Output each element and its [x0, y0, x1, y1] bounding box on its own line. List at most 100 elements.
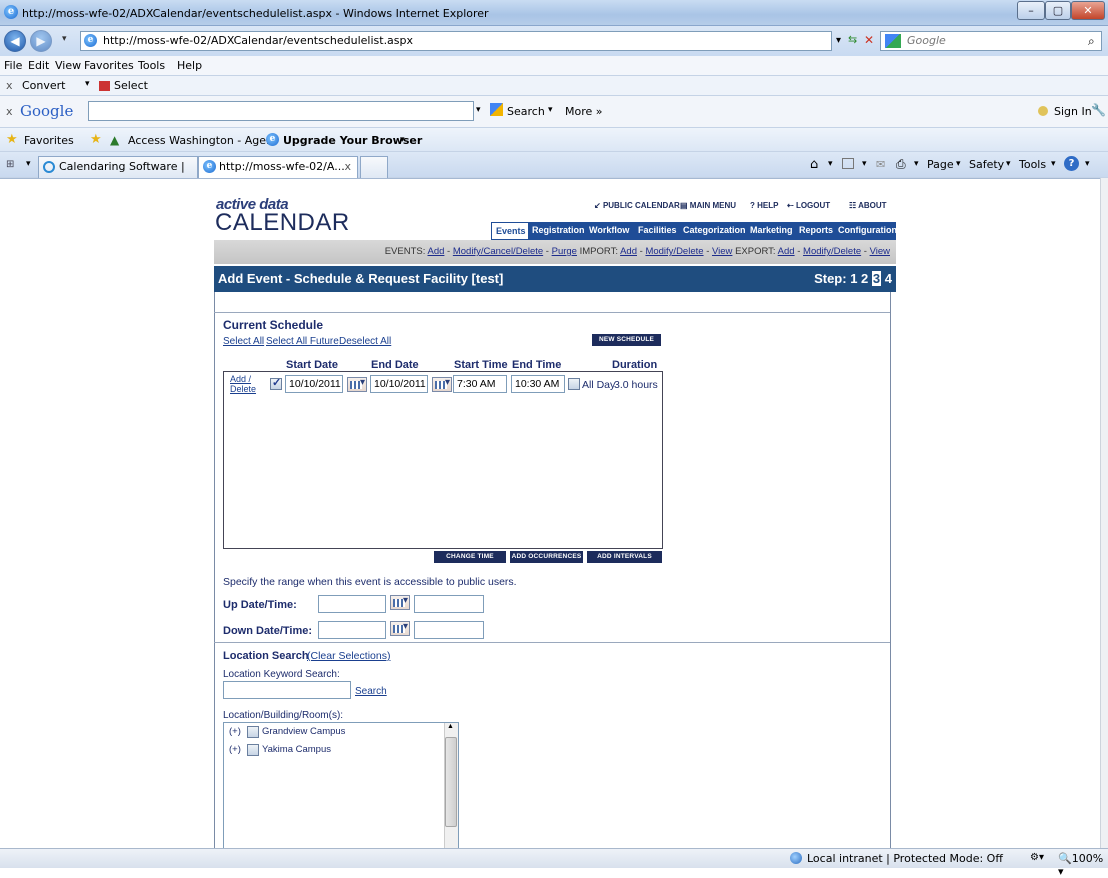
clear-selections-link[interactable]: (Clear Selections) [307, 650, 390, 662]
step-2[interactable]: 2 [861, 271, 868, 286]
location-keyword-input[interactable] [223, 681, 351, 699]
favorite-access-washington[interactable]: Access Washington - Age... [128, 134, 277, 147]
expand-yakima-button[interactable]: (+) [229, 744, 241, 755]
up-date-input[interactable] [318, 595, 386, 613]
menu-help[interactable]: Help [177, 59, 202, 72]
about-link[interactable]: ☷ ABOUT [849, 201, 887, 210]
menu-edit[interactable]: Edit [28, 59, 49, 72]
location-list-scroll-thumb[interactable] [445, 737, 457, 827]
mail-icon[interactable]: ✉ [876, 158, 885, 171]
close-button[interactable]: ✕ [1071, 1, 1105, 20]
location-search-link[interactable]: Search [355, 686, 387, 697]
print-dropdown-icon[interactable]: ▾ [914, 159, 919, 169]
new-tab-button[interactable] [360, 156, 388, 178]
menu-tools[interactable]: Tools [138, 59, 165, 72]
export-view-link[interactable]: View [870, 246, 890, 257]
page-menu[interactable]: Page [927, 158, 954, 171]
start-time-input[interactable]: 7:30 AM [453, 375, 507, 393]
close-tab-button[interactable]: x [344, 157, 351, 177]
main-menu-link[interactable]: ▤ MAIN MENU [680, 201, 736, 210]
menu-view[interactable]: View [55, 59, 81, 72]
menu-file[interactable]: File [4, 59, 22, 72]
help-icon[interactable]: ? [1064, 156, 1079, 171]
nav-tab-reports[interactable]: Reports [799, 225, 833, 235]
nav-tab-facilities[interactable]: Facilities [638, 225, 677, 235]
step-1[interactable]: 1 [850, 271, 857, 286]
google-search-button[interactable]: Search [507, 105, 545, 118]
up-time-input[interactable] [414, 595, 484, 613]
tools-dropdown-icon[interactable]: ▾ [1051, 159, 1056, 169]
search-input[interactable]: Google [880, 31, 1102, 51]
deselect-all-link[interactable]: Deselect All [339, 336, 391, 347]
favorites-button[interactable]: Favorites [24, 134, 74, 147]
start-date-calendar-icon[interactable] [347, 377, 367, 392]
feeds-icon[interactable] [842, 158, 854, 169]
home-icon[interactable]: ⌂ [810, 157, 818, 172]
close-toolbar-icon[interactable]: x [6, 79, 13, 92]
import-modify-link[interactable]: Modify/Delete [645, 246, 703, 257]
help-dropdown-icon[interactable]: ▾ [1085, 159, 1090, 169]
location-list[interactable] [223, 722, 459, 848]
add-occurrences-button[interactable]: ADD OCCURRENCES [510, 551, 583, 563]
end-date-calendar-icon[interactable] [432, 377, 452, 392]
zoom-level[interactable]: 🔍100% ▾ [1058, 852, 1108, 878]
import-add-link[interactable]: Add [620, 246, 637, 257]
feeds-dropdown-icon[interactable]: ▾ [862, 159, 867, 169]
nav-tab-marketing[interactable]: Marketing [750, 225, 793, 235]
logout-link[interactable]: ⇠ LOGOUT [787, 201, 830, 210]
all-day-checkbox[interactable] [568, 378, 580, 390]
more-button[interactable]: More » [565, 105, 603, 118]
security-zone-text[interactable]: Local intranet | Protected Mode: Off [807, 852, 1003, 865]
minimize-button[interactable]: – [1017, 1, 1045, 20]
maximize-button[interactable]: ▢ [1045, 1, 1071, 20]
change-time-button[interactable]: CHANGE TIME [434, 551, 506, 563]
nav-tab-registration[interactable]: Registration [532, 225, 585, 235]
page-scrollbar[interactable] [1100, 178, 1108, 848]
google-search-input[interactable] [88, 101, 474, 121]
scroll-up-icon[interactable]: ▲ [447, 723, 454, 730]
new-schedule-button[interactable]: NEW SCHEDULE [592, 334, 661, 346]
history-dropdown-icon[interactable]: ▾ [62, 34, 67, 44]
nav-tab-categorization[interactable]: Categorization [683, 225, 746, 235]
refresh-icon[interactable]: ⇆ [848, 33, 857, 46]
public-calendar-link[interactable]: ↙ PUBLIC CALENDAR [594, 201, 680, 210]
events-add-link[interactable]: Add [428, 246, 445, 257]
safety-dropdown-icon[interactable]: ▾ [1006, 159, 1011, 169]
nav-tab-configuration[interactable]: Configuration [838, 225, 897, 235]
end-date-input[interactable]: 10/10/2011 [370, 375, 428, 393]
address-dropdown-icon[interactable]: ▾ [836, 35, 841, 46]
select-button[interactable]: Select [114, 79, 148, 92]
grandview-checkbox[interactable] [247, 726, 259, 738]
menu-favorites[interactable]: Favorites [84, 59, 134, 72]
start-date-input[interactable]: 10/10/2011 [285, 375, 343, 393]
nav-tab-events[interactable]: Events [491, 222, 529, 240]
tab-calendaring-software[interactable]: Calendaring Software | Act... [38, 156, 198, 193]
down-time-input[interactable] [414, 621, 484, 639]
tools-menu[interactable]: Tools [1019, 158, 1046, 171]
forward-button[interactable]: ▶ [30, 30, 52, 52]
home-dropdown-icon[interactable]: ▾ [828, 159, 833, 169]
search-icon[interactable]: ⌕ [1088, 34, 1095, 49]
quick-tabs-icon[interactable]: ⊞ [6, 159, 14, 170]
protected-mode-icon[interactable]: ⚙▾ [1030, 852, 1044, 863]
print-icon[interactable]: ⎙ [896, 157, 906, 172]
tab-list-dropdown-icon[interactable]: ▾ [26, 159, 31, 169]
add-favorite-icon[interactable]: ★ [90, 132, 102, 147]
nav-tab-workflow[interactable]: Workflow [589, 225, 629, 235]
back-button[interactable]: ◀ [4, 30, 26, 52]
close-google-icon[interactable]: x [6, 105, 13, 118]
add-occurrence-link[interactable]: Add / [230, 374, 251, 384]
step-4[interactable]: 4 [885, 271, 892, 286]
add-intervals-button[interactable]: ADD INTERVALS [587, 551, 662, 563]
export-add-link[interactable]: Add [778, 246, 795, 257]
events-purge-link[interactable]: Purge [552, 246, 577, 257]
convert-button[interactable]: Convert [22, 79, 66, 92]
address-input[interactable]: e http://moss-wfe-02/ADXCalendar/eventsc… [80, 31, 832, 51]
help-link[interactable]: ? HELP [750, 201, 778, 210]
safety-menu[interactable]: Safety [969, 158, 1004, 171]
down-date-input[interactable] [318, 621, 386, 639]
signin-link[interactable]: Sign In [1054, 105, 1092, 118]
tab-moss-wfe[interactable]: e http://moss-wfe-02/A... x [198, 156, 358, 178]
select-all-link[interactable]: Select All [223, 336, 264, 347]
expand-grandview-button[interactable]: (+) [229, 726, 241, 737]
